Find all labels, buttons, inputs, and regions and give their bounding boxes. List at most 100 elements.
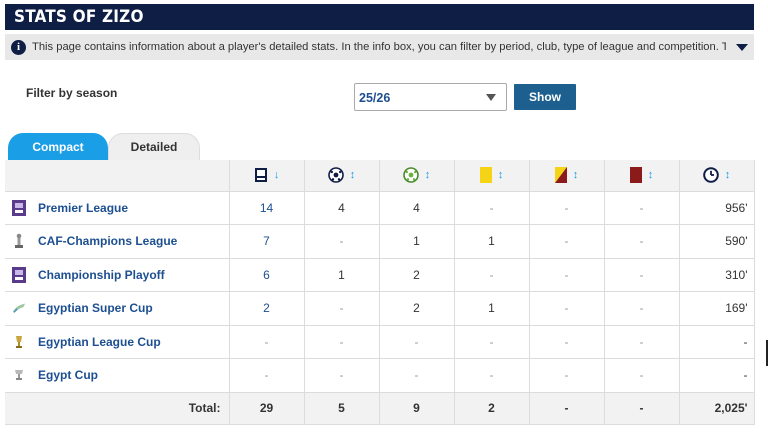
total-assists: 9	[379, 392, 455, 425]
page-title: STATS OF ZIZO	[5, 4, 754, 30]
assists-column-header[interactable]: ↕	[379, 160, 455, 192]
yellow-cards-cell: -	[454, 258, 530, 292]
table-row: Egypt Cup - - - - - - -	[5, 358, 755, 393]
minutes-cell: 590'	[679, 224, 755, 259]
info-text: This page contains information about a p…	[32, 41, 726, 53]
second-yellow-card-icon	[554, 167, 567, 184]
tab-compact[interactable]: Compact	[8, 133, 108, 160]
goals-icon	[327, 167, 344, 184]
competition-header	[5, 160, 230, 192]
goals-cell: -	[304, 291, 380, 326]
appearances-cell: -	[229, 325, 305, 359]
total-second-yellow: -	[529, 392, 605, 425]
assists-cell: 2	[379, 258, 455, 292]
minutes-column-header[interactable]: ↕	[679, 160, 755, 192]
egyptian-league-cup-logo-icon	[16, 335, 22, 348]
expand-caret-icon[interactable]	[736, 43, 748, 51]
appearances-cell[interactable]: 7	[229, 224, 305, 259]
red-cards-cell: -	[604, 191, 680, 225]
goals-cell: -	[304, 358, 380, 393]
table-row: CAF-Champions League 7 - 1 1 - - 590'	[5, 224, 755, 259]
sort-arrow-icon: ↕	[424, 169, 431, 182]
total-goals: 5	[304, 392, 380, 425]
yellow-cards-cell: -	[454, 191, 530, 225]
caf-champions-league-logo-icon	[15, 233, 23, 249]
red-cards-cell: -	[604, 224, 680, 259]
appearances-cell[interactable]: 6	[229, 258, 305, 292]
sort-arrow-icon: ↕	[349, 169, 356, 182]
competition-link[interactable]: Egyptian League Cup	[38, 335, 161, 349]
yellow-cards-cell: -	[454, 358, 530, 393]
appearances-icon	[254, 168, 267, 183]
competition-link[interactable]: Egyptian Super Cup	[38, 301, 153, 315]
assists-cell: 1	[379, 224, 455, 259]
sort-arrow-icon: ↕	[647, 169, 654, 182]
sort-arrow-icon: ↕	[572, 169, 579, 182]
second-yellow-cell: -	[529, 224, 605, 259]
yellow-cards-cell: 1	[454, 224, 530, 259]
info-box[interactable]: i This page contains information about a…	[5, 34, 754, 60]
table-row: Championship Playoff 6 1 2 - - - 310'	[5, 258, 755, 292]
red-cards-cell: -	[604, 258, 680, 292]
sort-arrow-icon: ↓	[273, 169, 280, 182]
competition-link[interactable]: CAF-Champions League	[38, 234, 177, 248]
yellow-card-icon	[479, 167, 492, 184]
appearances-cell[interactable]: 2	[229, 291, 305, 326]
minutes-cell: 310'	[679, 258, 755, 292]
second-yellow-cell: -	[529, 258, 605, 292]
goals-cell: 4	[304, 191, 380, 225]
view-tabs: Compact Detailed	[5, 130, 754, 160]
championship-playoff-logo-icon	[12, 266, 26, 283]
red-cards-cell: -	[604, 325, 680, 359]
red-cards-column-header[interactable]: ↕	[604, 160, 680, 192]
second-yellow-cell: -	[529, 325, 605, 359]
red-cards-cell: -	[604, 358, 680, 393]
table-row: Egyptian Super Cup 2 - 2 1 - - 169'	[5, 291, 755, 326]
assists-icon	[402, 167, 419, 184]
show-button[interactable]: Show	[514, 84, 576, 110]
second-yellow-cell: -	[529, 191, 605, 225]
minutes-clock-icon	[702, 167, 719, 184]
sort-arrow-icon: ↕	[724, 169, 731, 182]
table-row: Premier League 14 4 4 - - - 956'	[5, 191, 755, 225]
sort-arrow-icon: ↕	[497, 169, 504, 182]
season-select-value: 25/26	[359, 91, 391, 105]
minutes-cell: -	[679, 325, 755, 359]
info-icon: i	[11, 39, 26, 55]
tab-detailed[interactable]: Detailed	[108, 133, 200, 160]
egyptian-super-cup-logo-icon	[12, 303, 26, 314]
goals-cell: 1	[304, 258, 380, 292]
stats-table: ↓ ↕ ↕ ↕ ↕ ↕ ↕ Premier League 14 4 4 - - …	[5, 160, 755, 425]
red-card-icon	[629, 167, 642, 184]
total-red-cards: -	[604, 392, 680, 425]
goals-cell: -	[304, 325, 380, 359]
assists-cell: 4	[379, 191, 455, 225]
yellow-cards-cell: 1	[454, 291, 530, 326]
goals-cell: -	[304, 224, 380, 259]
season-select[interactable]: 25/26	[354, 83, 507, 111]
assists-cell: -	[379, 325, 455, 359]
appearances-cell[interactable]: 14	[229, 191, 305, 225]
yellow-cards-column-header[interactable]: ↕	[454, 160, 530, 192]
minutes-cell: 956'	[679, 191, 755, 225]
assists-cell: 2	[379, 291, 455, 326]
minutes-cell: 169'	[679, 291, 755, 326]
total-yellow-cards: 2	[454, 392, 530, 425]
totals-row: Total: 29 5 9 2 - - 2,025'	[5, 392, 755, 425]
competition-link[interactable]: Championship Playoff	[38, 268, 165, 282]
competition-link[interactable]: Premier League	[38, 201, 128, 215]
table-row: Egyptian League Cup - - - - - - -	[5, 325, 755, 359]
competition-link[interactable]: Egypt Cup	[38, 368, 98, 382]
second-yellow-column-header[interactable]: ↕	[529, 160, 605, 192]
table-header-row: ↓ ↕ ↕ ↕ ↕ ↕ ↕	[5, 160, 755, 192]
premier-league-logo-icon	[12, 199, 26, 216]
total-minutes: 2,025'	[679, 392, 755, 425]
appearances-cell: -	[229, 358, 305, 393]
minutes-cell: -	[679, 358, 755, 393]
yellow-cards-cell: -	[454, 325, 530, 359]
goals-column-header[interactable]: ↕	[304, 160, 380, 192]
appearances-column-header[interactable]: ↓	[229, 160, 305, 192]
egypt-cup-logo-icon	[15, 370, 23, 381]
second-yellow-cell: -	[529, 358, 605, 393]
season-filter: Filter by season 25/26 Show	[5, 60, 754, 130]
